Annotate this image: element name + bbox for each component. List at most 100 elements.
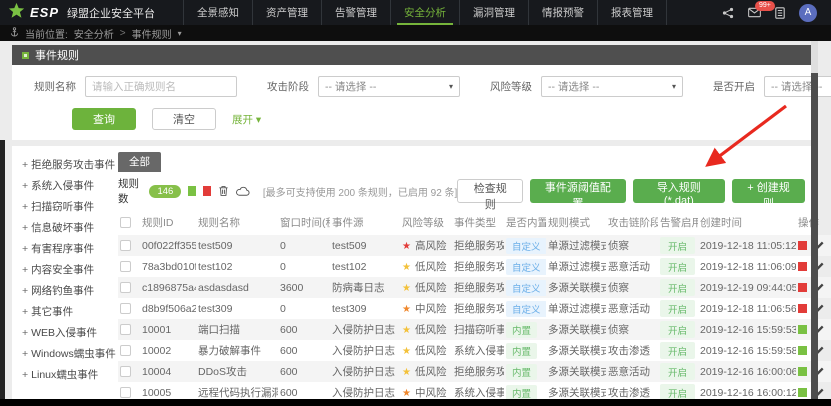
status-square-icon[interactable] xyxy=(798,283,807,292)
expand-plus-icon[interactable]: + xyxy=(22,327,28,339)
risk-level-text: 低风险 xyxy=(415,366,447,378)
sidebar-item-10[interactable]: +Linux蠕虫事件 xyxy=(22,365,110,386)
row-checkbox[interactable] xyxy=(120,261,131,272)
cell-builtin: 自定义 xyxy=(504,277,546,298)
cell-mode: 单源过滤模式 xyxy=(546,256,606,277)
cell-source: test309 xyxy=(330,298,400,319)
status-square-icon[interactable] xyxy=(798,388,807,397)
batch-delete-icon[interactable] xyxy=(218,185,229,197)
user-avatar[interactable]: A xyxy=(799,4,817,22)
cell-alarm: 开启 xyxy=(658,340,698,361)
nav-item-4[interactable]: 漏洞管理 xyxy=(459,0,528,25)
sidebar-item-4[interactable]: +有害程序事件 xyxy=(22,239,110,260)
sidebar-item-3[interactable]: +信息破坏事件 xyxy=(22,218,110,239)
create-rule-button[interactable]: + 创建规则 xyxy=(732,179,805,203)
anchor-icon xyxy=(10,27,19,40)
check-rules-button[interactable]: 检查规则 xyxy=(457,179,523,203)
sidebar-item-0[interactable]: +拒绝服务攻击事件 xyxy=(22,155,110,176)
expand-plus-icon[interactable]: + xyxy=(22,306,28,318)
row-checkbox[interactable] xyxy=(120,387,131,398)
expand-link[interactable]: 展开 ▾ xyxy=(232,112,261,127)
cell-source: 入侵防护日志 xyxy=(330,340,400,361)
share-icon[interactable] xyxy=(722,7,734,19)
cell-mode: 多源关联模式 xyxy=(546,361,606,382)
breadcrumb: 当前位置: 安全分析 > 事件规则 ▾ xyxy=(0,25,831,41)
row-checkbox[interactable] xyxy=(120,303,131,314)
sidebar-item-label: 扫描窃听事件 xyxy=(31,201,94,213)
column-header-7: 规则模式 xyxy=(546,211,606,235)
expand-plus-icon[interactable]: + xyxy=(22,159,28,171)
risk-level-text: 低风险 xyxy=(415,282,447,294)
import-rules-button[interactable]: 导入规则(*.dat) xyxy=(633,179,725,203)
attack-stage-select[interactable]: -- 请选择 -- ▾ xyxy=(318,76,460,97)
tab-all[interactable]: 全部 xyxy=(118,152,161,172)
column-header-3: 事件源 xyxy=(330,211,400,235)
search-button[interactable]: 查询 xyxy=(72,108,136,130)
status-square-icon[interactable] xyxy=(798,304,807,313)
row-checkbox[interactable] xyxy=(120,324,131,335)
row-checkbox[interactable] xyxy=(120,366,131,377)
cloud-export-icon[interactable] xyxy=(236,186,250,197)
cell-name: test102 xyxy=(196,256,278,277)
nav-item-3[interactable]: 安全分析 xyxy=(390,0,459,25)
status-square-icon[interactable] xyxy=(798,346,807,355)
cell-created: 2019-12-18 11:06:56 xyxy=(698,298,796,319)
sidebar-item-6[interactable]: +网络钓鱼事件 xyxy=(22,281,110,302)
expand-plus-icon[interactable]: + xyxy=(22,348,28,360)
status-square-icon[interactable] xyxy=(798,241,807,250)
alarm-status-badge: 开启 xyxy=(660,258,695,275)
sidebar-item-7[interactable]: +其它事件 xyxy=(22,302,110,323)
cell-created: 2019-12-19 09:44:05 xyxy=(698,277,796,298)
expand-plus-icon[interactable]: + xyxy=(22,222,28,234)
scrollbar-track[interactable] xyxy=(811,41,818,399)
cell-created: 2019-12-18 11:05:12 xyxy=(698,235,796,256)
expand-plus-icon[interactable]: + xyxy=(22,369,28,381)
sidebar-item-1[interactable]: +系统入侵事件 xyxy=(22,176,110,197)
status-square-icon[interactable] xyxy=(798,367,807,376)
expand-plus-icon[interactable]: + xyxy=(22,201,28,213)
expand-plus-icon[interactable]: + xyxy=(22,243,28,255)
cell-alarm: 开启 xyxy=(658,319,698,340)
sidebar-item-8[interactable]: +WEB入侵事件 xyxy=(22,323,110,344)
breadcrumb-security-analysis[interactable]: 安全分析 xyxy=(74,26,114,41)
enabled-select[interactable]: -- 请选择 -- ▾ xyxy=(764,76,831,97)
nav-item-0[interactable]: 全景感知 xyxy=(183,0,252,25)
brand-logo[interactable]: ESP 绿盟企业安全平台 xyxy=(0,0,165,25)
row-checkbox[interactable] xyxy=(120,345,131,356)
cell-stage: 恶意活动 xyxy=(606,298,658,319)
breadcrumb-caret-icon[interactable]: ▾ xyxy=(178,29,182,38)
star-logo-icon xyxy=(8,2,25,24)
nav-item-5[interactable]: 情报预警 xyxy=(528,0,597,25)
cell-created: 2019-12-16 15:59:53 xyxy=(698,319,796,340)
status-square-icon[interactable] xyxy=(798,325,807,334)
sidebar-item-5[interactable]: +内容安全事件 xyxy=(22,260,110,281)
risk-level-value: -- 请选择 -- xyxy=(548,79,599,94)
risk-level-select[interactable]: -- 请选择 -- ▾ xyxy=(541,76,683,97)
cell-created: 2019-12-18 11:06:09 xyxy=(698,256,796,277)
document-icon[interactable] xyxy=(775,7,785,19)
breadcrumb-event-rules[interactable]: 事件规则 xyxy=(132,26,172,41)
expand-plus-icon[interactable]: + xyxy=(22,180,28,192)
column-header-2: 窗口时间(秒) xyxy=(278,211,330,235)
row-checkbox[interactable] xyxy=(120,282,131,293)
row-checkbox[interactable] xyxy=(120,240,131,251)
sidebar-item-2[interactable]: +扫描窃听事件 xyxy=(22,197,110,218)
threshold-config-button[interactable]: 事件源阈值配置 xyxy=(530,179,625,203)
rule-name-input[interactable] xyxy=(85,76,237,97)
status-square-icon[interactable] xyxy=(798,262,807,271)
cell-mode: 多源关联模式 xyxy=(546,319,606,340)
nav-item-6[interactable]: 报表管理 xyxy=(597,0,667,25)
scrollbar-thumb[interactable] xyxy=(811,73,818,399)
risk-star-icon: ★ xyxy=(402,325,411,336)
cell-type: 拒绝服务攻... xyxy=(452,277,504,298)
cell-type: 扫描窃听事... xyxy=(452,319,504,340)
clear-button[interactable]: 清空 xyxy=(152,108,216,130)
cell-builtin: 内置 xyxy=(504,361,546,382)
nav-item-1[interactable]: 资产管理 xyxy=(252,0,321,25)
sidebar-item-9[interactable]: +Windows蠕虫事件 xyxy=(22,344,110,365)
select-all-checkbox[interactable] xyxy=(120,217,131,228)
expand-plus-icon[interactable]: + xyxy=(22,264,28,276)
nav-item-2[interactable]: 告警管理 xyxy=(321,0,390,25)
messages-icon[interactable]: 99+ xyxy=(748,7,761,18)
expand-plus-icon[interactable]: + xyxy=(22,285,28,297)
